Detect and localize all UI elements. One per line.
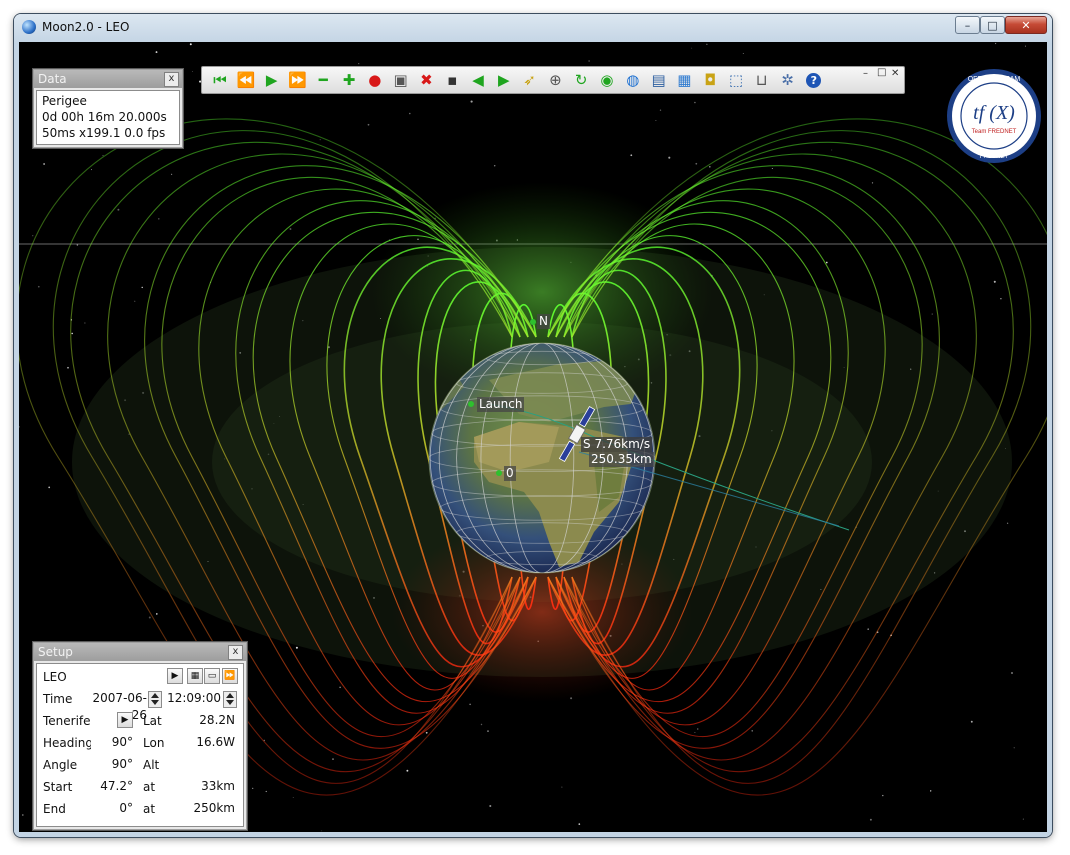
clock-field[interactable]: 12:09:00 — [165, 690, 221, 707]
export-icon[interactable]: ⬚ — [724, 69, 748, 91]
site-row: Tenerife ▶ Lat 28.2N — [39, 710, 241, 732]
step-forward-icon[interactable]: ▶ — [492, 69, 516, 91]
time-row: Time 2007-06-26 12:09:00 — [39, 688, 241, 722]
end-label: End — [43, 802, 66, 816]
rotate-icon[interactable]: ↻ — [569, 69, 593, 91]
zero-marker-label: 0 — [504, 466, 516, 481]
logo-top-text: OFFICIAL TEAM — [968, 76, 1021, 83]
start-at-label: at — [143, 780, 156, 794]
toolbar-maximize-button[interactable]: □ — [877, 67, 886, 78]
earth-icon[interactable]: ◍ — [621, 69, 645, 91]
angle-label: Angle — [43, 758, 78, 772]
main-toolbar: ⏮ ⏪ ▶ ⏩ ━ ✚ ● ▣ ✖ ▪ ◀ ▶ ➶ ⊕ ↻ ◉ ◍ ▤ ▦ ◘ ⬚ ⊔ ✲? – □ ✕ — [201, 66, 905, 94]
logo-bottom-text: FREDNET — [980, 154, 1009, 160]
screen-icon[interactable]: ◘ — [698, 69, 722, 91]
satellite-label: S 7.76km/s — [581, 437, 653, 452]
calendar-button[interactable]: ▦ — [187, 668, 203, 684]
mission-forward-button[interactable]: ⏩ — [222, 668, 238, 684]
data-panel-body: Perigee 0d 00h 16m 20.000s 50ms x199.1 0… — [36, 90, 180, 145]
data-panel-title-text: Data — [38, 72, 67, 86]
date-field[interactable]: 2007-06-26 — [79, 690, 147, 722]
step-back-icon[interactable]: ◀ — [466, 69, 490, 91]
3d-viewport[interactable]: N Launch 0 S 7.76km/s 250.35km Data x Pe… — [19, 42, 1047, 832]
lat-label: Lat — [143, 714, 162, 728]
app-icon — [22, 20, 36, 34]
data-panel-close-button[interactable]: x — [164, 72, 179, 87]
mission-play-button[interactable]: ▶ — [167, 668, 183, 684]
window-button[interactable]: ▭ — [204, 668, 220, 684]
window-icon[interactable]: ▤ — [647, 69, 671, 91]
start-row: Start 47.2° at 33km — [39, 776, 241, 798]
maximize-button[interactable]: □ — [980, 16, 1005, 34]
setup-panel[interactable]: Setup x LEO ▶ ▦ ▭ ⏩ Time 2007-06-26 12:0… — [33, 642, 247, 830]
heading-row: Heading 90° Lon 16.6W — [39, 732, 241, 754]
camera-icon[interactable]: ▣ — [389, 69, 413, 91]
heading-label: Heading — [43, 736, 93, 750]
skip-to-start-icon[interactable]: ⏮ — [208, 69, 232, 91]
south-label: S — [583, 437, 591, 451]
data-panel-title[interactable]: Data x — [34, 70, 182, 88]
north-pole-label: N — [537, 314, 550, 329]
logo-sub-text: Team FREDNET — [972, 129, 1017, 135]
minus-icon[interactable]: ━ — [311, 69, 335, 91]
settings-icon[interactable]: ✲ — [776, 69, 800, 91]
clock-spinner[interactable] — [223, 691, 237, 708]
title-bar[interactable]: Moon2.0 - LEO – □ ✕ — [14, 14, 1052, 42]
velocity-readout: 7.76km/s — [594, 437, 651, 451]
plus-icon[interactable]: ✚ — [337, 69, 361, 91]
end-row: End 0° at 250km — [39, 798, 241, 820]
picture-icon[interactable]: ▦ — [672, 69, 696, 91]
heading-field[interactable]: 90° — [91, 734, 133, 751]
mission-row: LEO ▶ ▦ ▭ ⏩ — [39, 666, 241, 688]
site-value[interactable]: Tenerife — [43, 714, 91, 728]
data-panel[interactable]: Data x Perigee 0d 00h 16m 20.000s 50ms x… — [33, 69, 183, 148]
altitude-readout: 250.35km — [589, 452, 654, 467]
site-play-button[interactable]: ▶ — [117, 712, 133, 728]
angle-row: Angle 90° Alt — [39, 754, 241, 776]
record-icon[interactable]: ● — [363, 69, 387, 91]
logo-main-text: tf (X) — [973, 102, 1015, 124]
start-label: Start — [43, 780, 73, 794]
setup-panel-title[interactable]: Setup x — [34, 643, 246, 661]
play-icon[interactable]: ▶ — [260, 69, 284, 91]
toolbar-close-button[interactable]: ✕ — [891, 68, 899, 79]
satellite-icon[interactable]: ⊕ — [543, 69, 567, 91]
start-altitude-field[interactable]: 33km — [165, 778, 235, 795]
minimize-button[interactable]: – — [955, 16, 980, 34]
time-label: Time — [43, 692, 73, 706]
help-icon[interactable]: ? — [806, 72, 822, 88]
start-angle-field[interactable]: 47.2° — [91, 778, 133, 795]
fast-forward-icon[interactable]: ⏩ — [285, 69, 309, 91]
end-angle-field[interactable]: 0° — [91, 800, 133, 817]
setup-panel-close-button[interactable]: x — [228, 645, 243, 660]
rocket-icon[interactable]: ➶ — [518, 69, 542, 91]
data-line-rate: 50ms x199.1 0.0 fps — [42, 126, 166, 140]
data-line-elapsed: 0d 00h 16m 20.000s — [42, 110, 167, 124]
mission-value[interactable]: LEO — [43, 670, 67, 684]
globe-up-icon[interactable]: ◉ — [595, 69, 619, 91]
trash-icon[interactable]: ⊔ — [750, 69, 774, 91]
save-icon[interactable]: ▪ — [440, 69, 464, 91]
end-altitude-field[interactable]: 250km — [165, 800, 235, 817]
launch-site-label: Launch — [477, 397, 525, 412]
date-spinner[interactable] — [148, 691, 162, 708]
data-line-phase: Perigee — [42, 94, 87, 108]
team-frednet-logo: OFFICIAL TEAM tf (X) Team FREDNET FREDNE… — [947, 69, 1041, 163]
close-button[interactable]: ✕ — [1005, 16, 1047, 34]
lat-field[interactable]: 28.2N — [165, 712, 235, 729]
lon-field[interactable]: 16.6W — [165, 734, 235, 751]
main-window: Moon2.0 - LEO – □ ✕ N Launch 0 S 7.76km/… — [14, 14, 1052, 837]
rewind-icon[interactable]: ⏪ — [234, 69, 258, 91]
alt-label: Alt — [143, 758, 160, 772]
alt-field[interactable] — [165, 756, 235, 773]
angle-field[interactable]: 90° — [91, 756, 133, 773]
stop-x-icon[interactable]: ✖ — [414, 69, 438, 91]
toolbar-minimize-button[interactable]: – — [863, 68, 868, 79]
lon-label: Lon — [143, 736, 165, 750]
setup-panel-body: LEO ▶ ▦ ▭ ⏩ Time 2007-06-26 12:09:00 Ten… — [36, 663, 244, 827]
setup-panel-title-text: Setup — [38, 645, 73, 659]
window-title: Moon2.0 - LEO — [42, 20, 130, 34]
end-at-label: at — [143, 802, 156, 816]
